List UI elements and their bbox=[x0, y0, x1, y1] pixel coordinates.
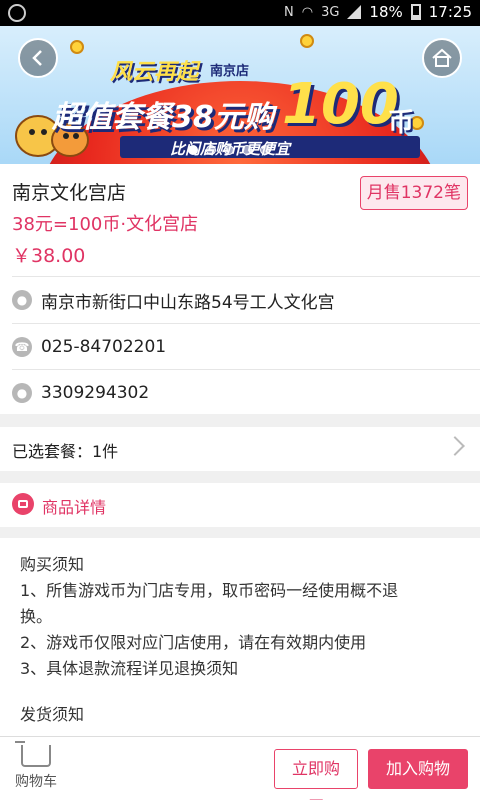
carousel-dot[interactable] bbox=[206, 145, 216, 155]
coin-icon bbox=[300, 34, 314, 48]
notes-line: 换。 bbox=[20, 607, 53, 626]
banner-headline: 超值套餐38元购 bbox=[52, 100, 274, 135]
signal-icon bbox=[347, 5, 362, 19]
battery-percent: 18% bbox=[369, 3, 403, 21]
carousel-dot[interactable] bbox=[242, 145, 252, 155]
package-select-row[interactable]: 已选套餐：1件 bbox=[0, 427, 480, 471]
notes-heading: 购买须知 bbox=[20, 555, 85, 574]
qq-row[interactable]: ● 3309294302 bbox=[12, 370, 149, 416]
banner-unit: 币 bbox=[388, 108, 415, 138]
notes-line: 3、具体退款流程详见退换须知 bbox=[20, 659, 239, 678]
battery-icon bbox=[410, 4, 421, 20]
address-row[interactable]: ● 南京市新街口中山东路54号工人文化宫 bbox=[12, 277, 335, 323]
nfc-icon: N bbox=[283, 4, 294, 20]
coin-icon bbox=[70, 40, 84, 54]
notes-line: 2、游戏币仅限对应门店使用，请在有效期内使用 bbox=[20, 633, 367, 652]
carousel-dot[interactable] bbox=[188, 145, 198, 155]
buy-now-button[interactable]: 立即购买 bbox=[274, 749, 358, 800]
back-button[interactable] bbox=[18, 38, 58, 78]
back-arrow-icon bbox=[32, 50, 42, 66]
network-type: 3G bbox=[321, 4, 340, 20]
cart-label: 购物车 bbox=[15, 774, 57, 790]
notes-line: 1、所售游戏币为门店专用，取币密码一经使用概不退 bbox=[20, 581, 399, 600]
detail-label: 商品详情 bbox=[42, 498, 107, 517]
product-detail-header[interactable]: 商品详情 bbox=[0, 483, 480, 527]
detail-icon bbox=[12, 493, 34, 515]
purchase-notes: 购买须知 1、所售游戏币为门店专用，取币密码一经使用概不退 换。 2、游戏币仅限… bbox=[0, 538, 480, 736]
banner-big-number: 100 bbox=[282, 72, 399, 137]
banner-brand: 风云再起 bbox=[110, 60, 199, 85]
sales-badge: 月售1372笔 bbox=[359, 176, 468, 210]
cart-button[interactable]: 购物车 bbox=[10, 741, 62, 791]
status-bar: N ◠ 3G 18% 17:25 bbox=[0, 0, 480, 26]
qq-icon: ● bbox=[12, 383, 32, 403]
chevron-right-icon bbox=[445, 436, 465, 456]
carousel-dots bbox=[188, 145, 270, 155]
phone-icon: ☎ bbox=[12, 337, 32, 357]
add-to-cart-button[interactable]: 加入购物车 bbox=[368, 749, 468, 800]
product-subtitle: 38元=100币·文化宫店 bbox=[12, 214, 199, 235]
bottom-action-bar: 购物车 立即购买 加入购物车 bbox=[0, 736, 480, 800]
promo-banner[interactable]: 风云再起 南京店 超值套餐38元购 100 币 比门店购币更便宜 bbox=[0, 26, 480, 164]
notification-icon bbox=[8, 4, 26, 22]
home-icon bbox=[432, 48, 452, 67]
product-title: 南京文化宫店 bbox=[12, 182, 127, 204]
phone-text: 025-84702201 bbox=[41, 337, 167, 357]
phone-row[interactable]: ☎ 025-84702201 bbox=[12, 324, 166, 370]
location-pin-icon: ● bbox=[12, 290, 32, 310]
banner-store: 南京店 bbox=[210, 64, 250, 79]
product-price: ￥38.00 bbox=[12, 245, 86, 267]
notes-heading-2: 发货须知 bbox=[20, 705, 85, 724]
carousel-dot[interactable] bbox=[224, 145, 234, 155]
carousel-dot[interactable] bbox=[260, 145, 270, 155]
wifi-icon: ◠ bbox=[301, 4, 314, 20]
clock: 17:25 bbox=[428, 3, 472, 21]
qq-text: 3309294302 bbox=[41, 383, 150, 403]
cart-icon bbox=[15, 741, 51, 767]
address-text: 南京市新街口中山东路54号工人文化宫 bbox=[41, 292, 335, 313]
package-label: 已选套餐：1件 bbox=[12, 442, 119, 461]
home-button[interactable] bbox=[422, 38, 462, 78]
